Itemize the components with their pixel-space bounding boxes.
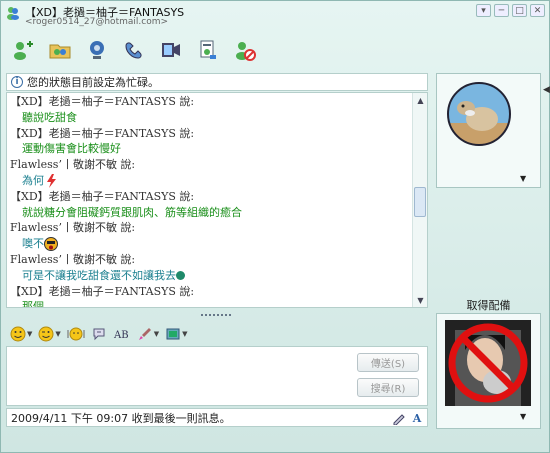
info-icon: i: [11, 76, 23, 88]
collapse-panel-icon[interactable]: ◀: [542, 81, 550, 99]
call-icon: [125, 42, 142, 59]
sender-name: Flawless’丨敬謝不敏 說:: [10, 252, 136, 266]
message-text: 就說糖分會阻礙鈣質跟肌肉、筋等組織的癒合: [10, 205, 410, 221]
menu-dropdown-button[interactable]: ▾: [476, 4, 491, 17]
emoticon-icon: [10, 326, 26, 342]
emoticon-button[interactable]: ▼: [10, 325, 32, 343]
font-button[interactable]: AB: [113, 325, 131, 343]
share-folder-icon: [49, 44, 71, 59]
nudge-button[interactable]: [67, 325, 85, 343]
dot-emoticon-icon: [176, 271, 185, 281]
sender-name: Flawless’丨敬謝不敏 說:: [10, 221, 136, 235]
message-text: 可是不讓我吃甜食還不如讓我去: [10, 268, 410, 284]
message-body: 噢不: [22, 237, 44, 251]
get-accessories-label[interactable]: 取得配備: [436, 297, 541, 313]
text-mode-icon[interactable]: A: [409, 410, 425, 426]
message-text: 那個: [10, 299, 410, 308]
chevron-down-icon[interactable]: ▼: [182, 330, 187, 338]
message-sender: Flawless’丨敬謝不敏 說:: [10, 220, 410, 236]
svg-text:AB: AB: [113, 330, 129, 341]
message-body: 運動傷害會比較慢好: [22, 142, 121, 156]
message-text: 為何: [10, 173, 410, 189]
handwriting-icon[interactable]: [391, 410, 407, 426]
chevron-down-icon[interactable]: ▼: [55, 330, 60, 338]
sender-name: 【XD】老撾＝柚子＝FANTASYS 說:: [10, 284, 195, 298]
format-toolbar: ▼ ▼ AB ▼ ▼: [6, 323, 428, 345]
main-toolbar: [1, 31, 549, 69]
close-button[interactable]: ✕: [530, 4, 545, 17]
message-input[interactable]: 傳送(S) 搜尋(R): [6, 346, 428, 406]
message-sender: Flawless’丨敬謝不敏 說:: [10, 157, 410, 173]
invite-contact-icon: [14, 41, 33, 60]
nudge-icon: [67, 327, 85, 341]
invite-contact-button[interactable]: [9, 36, 37, 64]
message-sender: 【XD】老撾＝柚子＝FANTASYS 說:: [10, 189, 410, 205]
video-icon: [162, 43, 180, 57]
share-folder-button[interactable]: [46, 36, 74, 64]
minimize-button[interactable]: ─: [494, 4, 509, 17]
status-text: 您的狀態目前設定為忙碌。: [27, 76, 159, 89]
video-button[interactable]: [157, 36, 185, 64]
message-sender: 【XD】老撾＝柚子＝FANTASYS 說:: [10, 126, 410, 142]
scroll-thumb[interactable]: [414, 187, 426, 217]
contact-picture-panel[interactable]: ▼: [436, 73, 541, 188]
color-button[interactable]: ▼: [165, 325, 188, 343]
msn-buddy-icon: [7, 7, 19, 20]
maximize-button[interactable]: □: [512, 4, 527, 17]
message-text: 聽說吃甜食: [10, 110, 410, 126]
message-sender: 【XD】老撾＝柚子＝FANTASYS 說:: [10, 284, 410, 300]
message-sender: Flawless’丨敬謝不敏 說:: [10, 252, 410, 268]
voice-clip-icon: [93, 328, 105, 341]
search-button[interactable]: 搜尋(R): [357, 378, 419, 397]
message-body: 就說糖分會阻礙鈣質跟肌肉、筋等組織的癒合: [22, 205, 242, 219]
file-transfer-icon: [200, 40, 216, 59]
chevron-down-icon[interactable]: ▼: [27, 330, 32, 338]
my-avatar: [445, 320, 531, 406]
message-list: 【XD】老撾＝柚子＝FANTASYS 說: 聽說吃甜食 【XD】老撾＝柚子＝FANT…: [10, 94, 410, 308]
wink-button[interactable]: ▼: [38, 325, 61, 343]
call-button[interactable]: [120, 36, 148, 64]
sender-name: 【XD】老撾＝柚子＝FANTASYS 說:: [10, 95, 195, 108]
sender-name: 【XD】老撾＝柚子＝FANTASYS 說:: [10, 126, 195, 140]
message-text: 噢不: [10, 236, 410, 252]
send-button[interactable]: 傳送(S): [357, 353, 419, 372]
message-text: 運動傷害會比較慢好: [10, 141, 410, 157]
sender-name: 【XD】老撾＝柚子＝FANTASYS 說:: [10, 189, 195, 203]
chat-history[interactable]: 【XD】老撾＝柚子＝FANTASYS 說: 聽說吃甜食 【XD】老撾＝柚子＝FANT…: [6, 92, 428, 308]
conversation-window: 【XD】老撾＝柚子＝FANTASYS <roger0514_27@hotmail…: [0, 0, 550, 453]
chevron-down-icon[interactable]: ▼: [520, 174, 526, 183]
chevron-down-icon[interactable]: ▼: [520, 412, 526, 421]
splitter-grip[interactable]: [201, 314, 231, 317]
file-transfer-button[interactable]: [194, 36, 222, 64]
my-picture-panel[interactable]: ▼: [436, 313, 541, 429]
chevron-down-icon[interactable]: ▼: [154, 330, 159, 338]
block-button[interactable]: [231, 36, 259, 64]
sender-name: Flawless’丨敬謝不敏 說:: [10, 158, 136, 172]
color-icon: [166, 328, 180, 340]
footer-bar: 2009/4/11 下午 09:07 收到最後一則訊息。 A: [6, 408, 428, 427]
message-body: 可是不讓我吃甜食還不如讓我去: [22, 268, 176, 282]
message-body: 那個: [22, 300, 44, 308]
block-icon: [236, 42, 256, 61]
lightning-emoticon-icon: [44, 173, 58, 188]
scroll-up-arrow-icon[interactable]: ▲: [413, 93, 427, 107]
scroll-down-arrow-icon[interactable]: ▼: [413, 293, 427, 307]
chat-scrollbar[interactable]: ▲ ▼: [412, 93, 427, 307]
message-body: 聽說吃甜食: [22, 110, 77, 124]
webcam-icon: [90, 41, 104, 59]
paintbrush-icon: [138, 328, 151, 340]
voice-clip-button[interactable]: [91, 325, 107, 343]
shocked-emoticon-icon: [44, 237, 58, 252]
message-body: 為何: [22, 173, 44, 187]
last-message-text: 2009/4/11 下午 09:07 收到最後一則訊息。: [11, 411, 231, 425]
title-bar: 【XD】老撾＝柚子＝FANTASYS <roger0514_27@hotmail…: [1, 1, 549, 29]
font-icon: AB: [113, 330, 129, 341]
background-button[interactable]: ▼: [137, 325, 159, 343]
message-sender: 【XD】老撾＝柚子＝FANTASYS 說:: [10, 94, 410, 110]
contact-avatar: [447, 82, 511, 146]
wink-icon: [38, 326, 54, 342]
window-subtitle: <roger0514_27@hotmail.com>: [25, 17, 169, 27]
webcam-button[interactable]: [83, 36, 111, 64]
status-bar: i 您的狀態目前設定為忙碌。: [6, 73, 428, 91]
